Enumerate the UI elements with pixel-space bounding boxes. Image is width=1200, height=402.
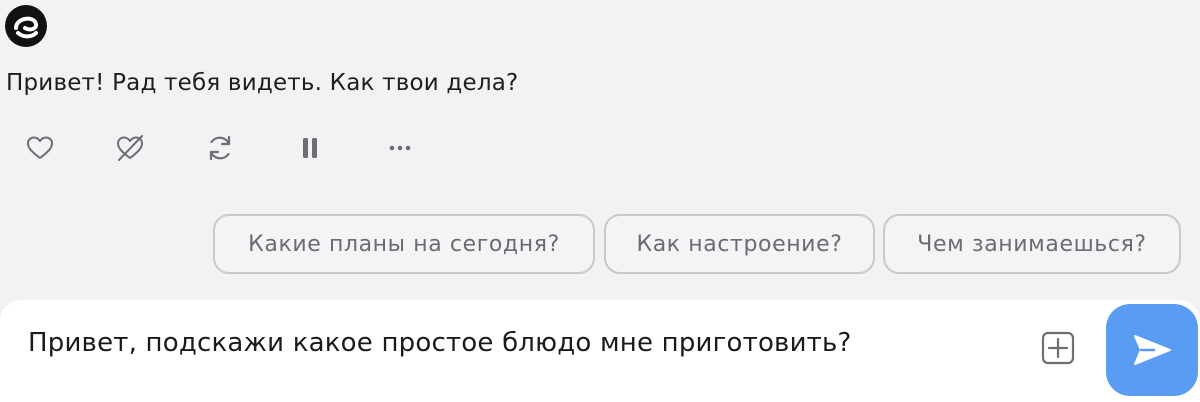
pause-button[interactable] (290, 128, 330, 168)
plus-square-icon (1041, 331, 1075, 365)
suggestion-chip[interactable]: Как настроение? (604, 214, 875, 274)
suggestion-chips: Какие планы на сегодня? Как настроение? … (0, 214, 1200, 276)
heart-icon (27, 136, 53, 159)
bot-logo-icon (5, 5, 47, 47)
chat-page: Привет! Рад тебя видеть. Как твои дела? (0, 0, 1200, 402)
attach-button[interactable] (1040, 330, 1076, 366)
send-icon (1134, 335, 1171, 365)
bot-message: Привет! Рад тебя видеть. Как твои дела? (6, 70, 519, 96)
pause-icon (303, 138, 317, 158)
suggestion-chip[interactable]: Какие планы на сегодня? (213, 214, 595, 274)
dislike-button[interactable] (110, 128, 150, 168)
more-icon (389, 145, 411, 151)
regenerate-button[interactable] (200, 128, 240, 168)
more-button[interactable] (380, 128, 420, 168)
message-composer (0, 300, 1200, 402)
send-button[interactable] (1106, 304, 1198, 396)
refresh-icon (209, 135, 231, 161)
heart-crossed-icon (117, 135, 143, 161)
message-input[interactable] (28, 328, 1028, 358)
suggestion-chip[interactable]: Чем занимаешься? (883, 214, 1181, 274)
like-button[interactable] (20, 128, 60, 168)
